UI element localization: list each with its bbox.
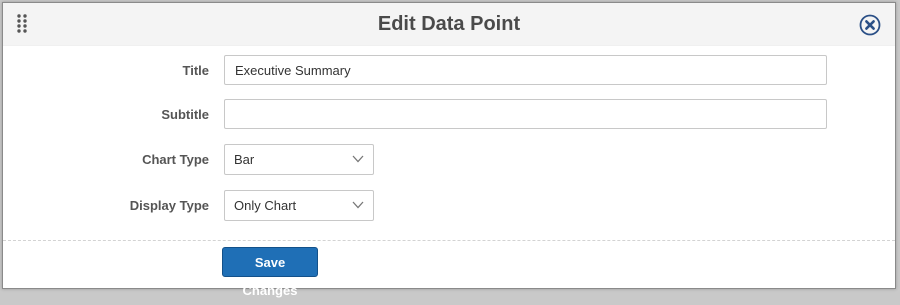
- display-type-label: Display Type: [129, 198, 209, 213]
- display-type-value: Only Chart: [234, 198, 297, 213]
- dialog-title: Edit Data Point: [377, 13, 521, 35]
- display-type-select[interactable]: Only Chart: [224, 190, 374, 221]
- save-changes-button[interactable]: Save Changes: [222, 247, 318, 298]
- edit-data-point-dialog: Edit Data Point Title Subtitle Chart Typ…: [2, 2, 896, 298]
- subtitle-label: Subtitle: [161, 107, 209, 122]
- title-label: Title: [182, 63, 210, 78]
- dialog-header: Edit Data Point: [3, 3, 895, 46]
- close-icon[interactable]: [859, 14, 881, 36]
- chevron-down-icon: [352, 155, 364, 163]
- chart-type-value: Bar: [234, 152, 255, 167]
- chart-type-label: Chart Type: [142, 152, 209, 167]
- chevron-down-icon: [352, 201, 364, 209]
- subtitle-input[interactable]: [224, 99, 827, 129]
- footer-divider: [3, 240, 895, 241]
- title-input[interactable]: [224, 55, 827, 85]
- chart-type-select[interactable]: Bar: [224, 144, 374, 175]
